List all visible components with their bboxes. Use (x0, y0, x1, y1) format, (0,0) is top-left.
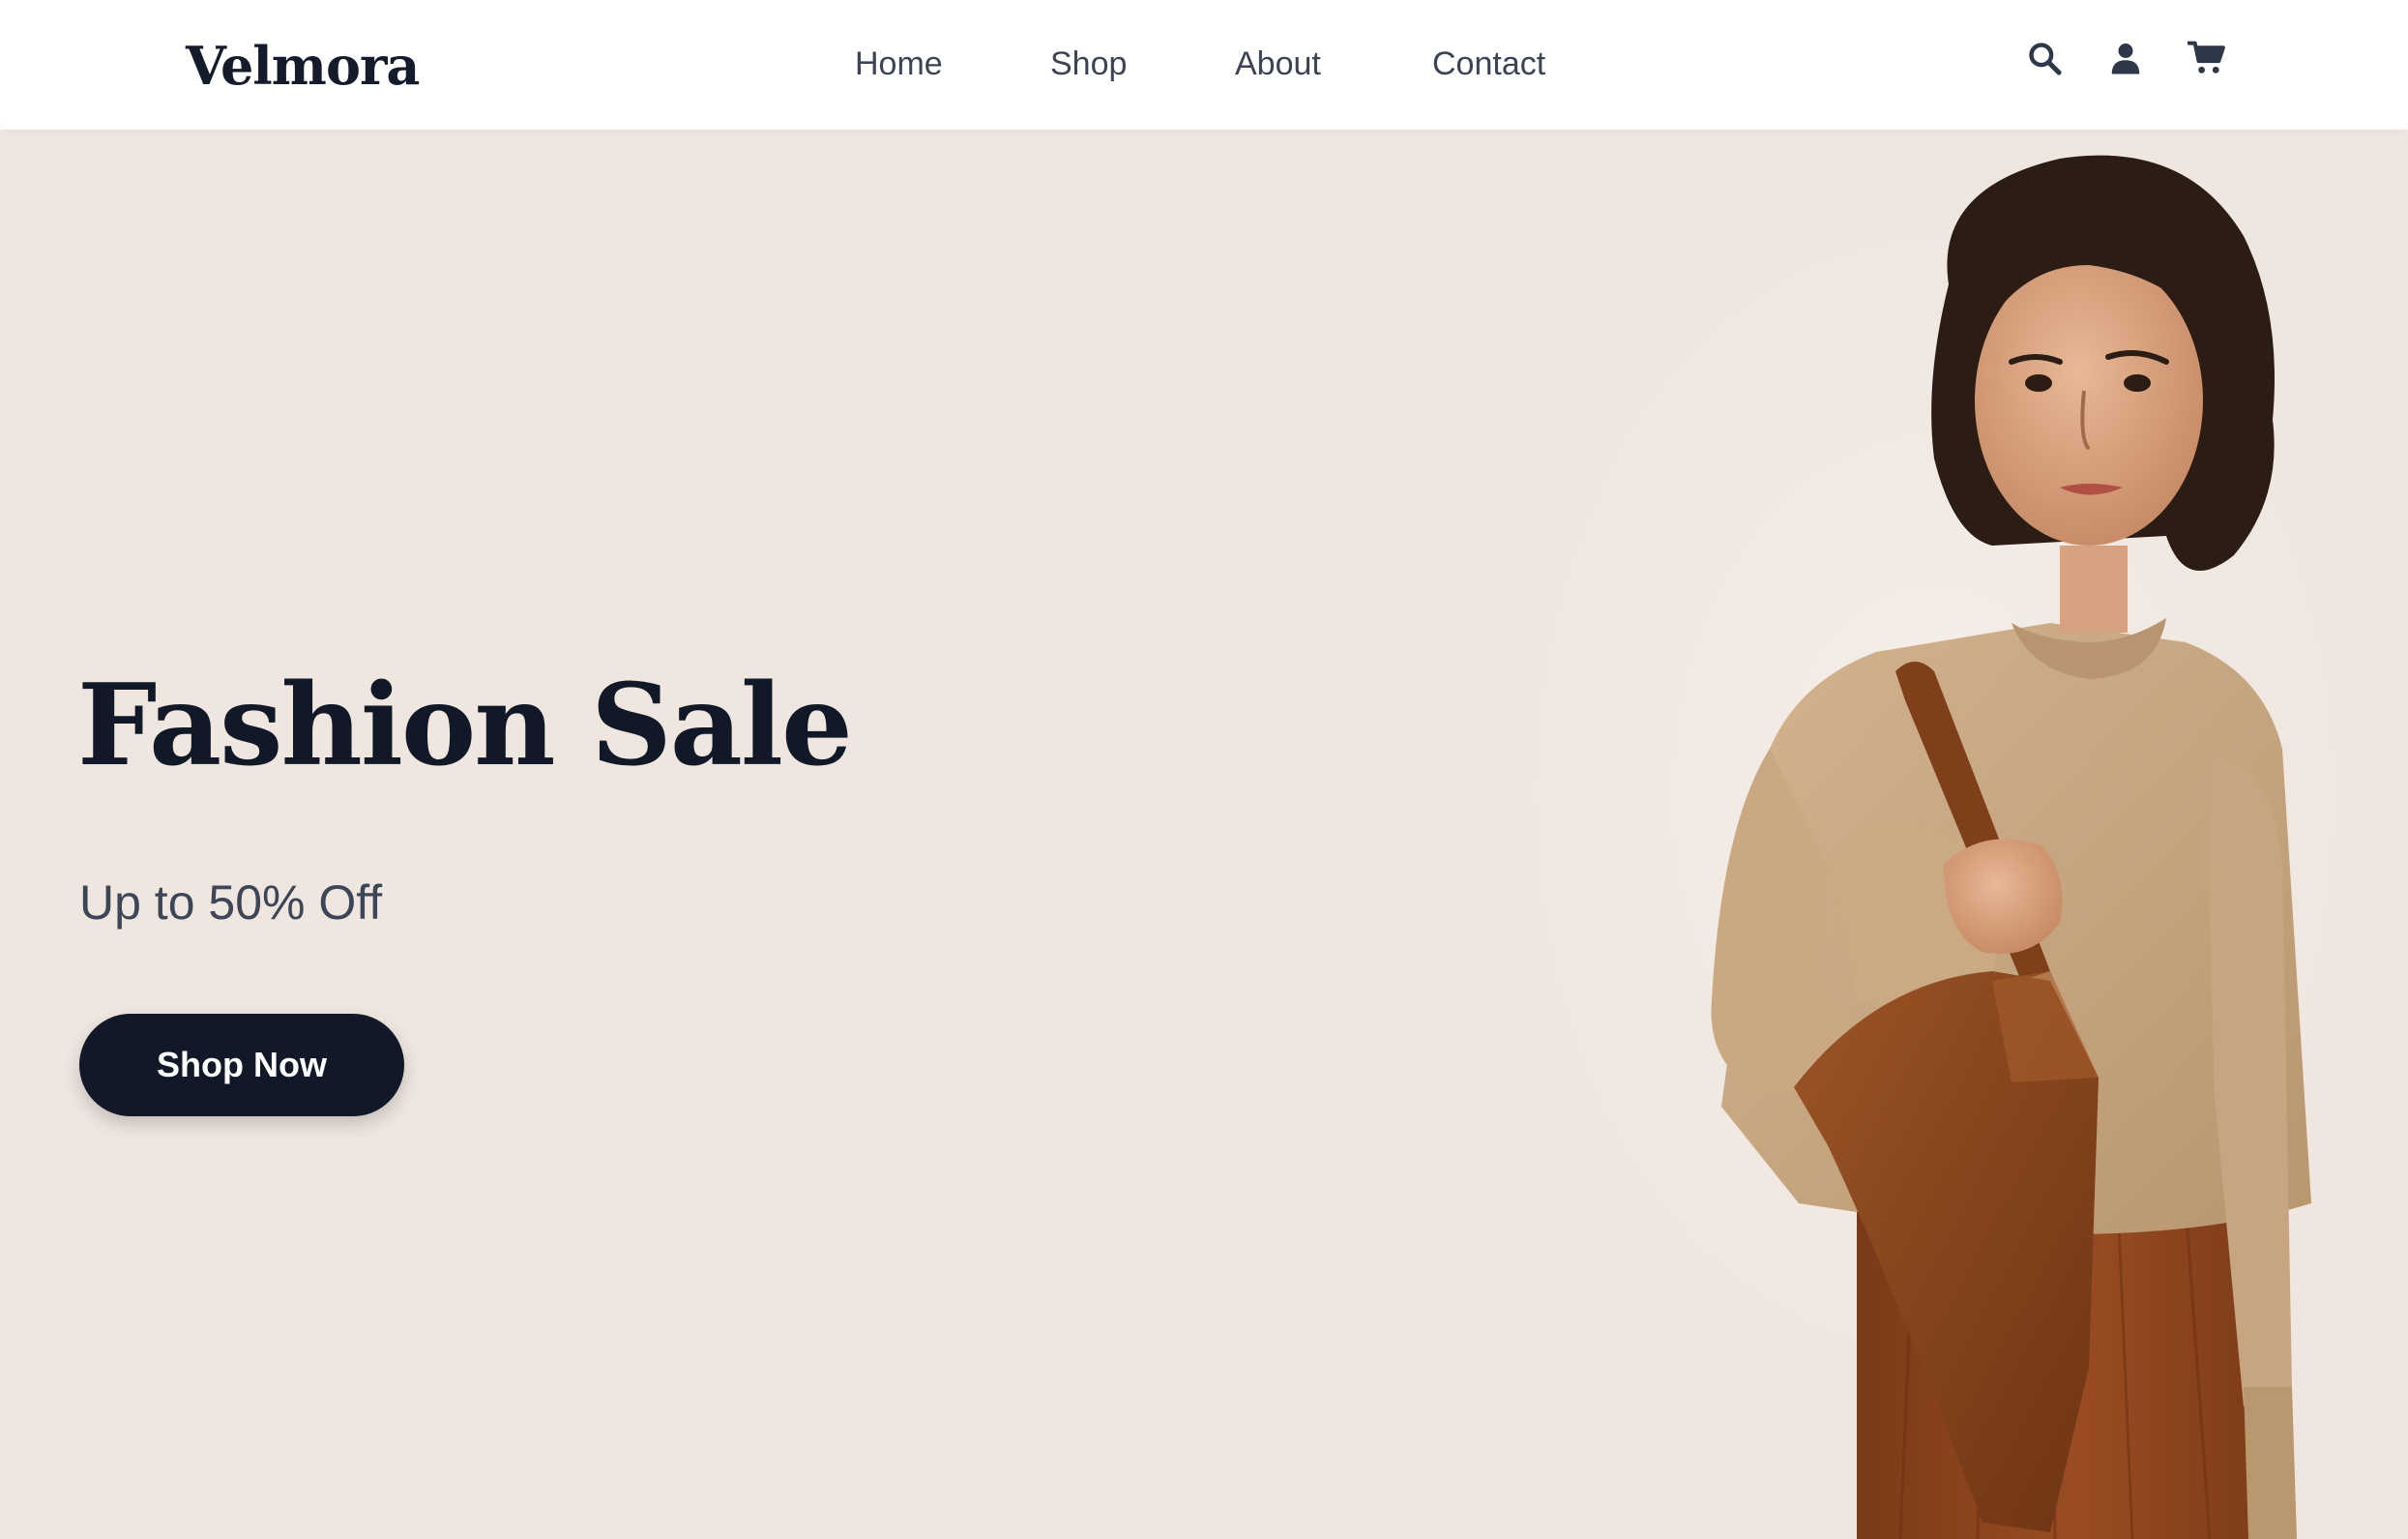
nav-link-home[interactable]: Home (855, 43, 943, 85)
header-actions (2025, 39, 2226, 77)
nav-link-contact[interactable]: Contact (1432, 43, 1545, 85)
hero-model-image (1431, 155, 2408, 1539)
nav-link-shop[interactable]: Shop (1050, 43, 1127, 85)
hero-banner: Fashion Sale Up to 50% Off Shop Now (0, 130, 2408, 1539)
cart-icon[interactable] (2188, 39, 2226, 77)
hero-subtitle: Up to 50% Off (79, 875, 383, 930)
user-icon[interactable] (2106, 39, 2145, 77)
shop-now-button[interactable]: Shop Now (79, 1014, 404, 1116)
search-icon[interactable] (2025, 39, 2064, 77)
hero-title: Fashion Sale (77, 660, 853, 791)
site-header: Velmora Home Shop About Contact (0, 0, 2408, 130)
nav-link-about[interactable]: About (1235, 43, 1321, 85)
